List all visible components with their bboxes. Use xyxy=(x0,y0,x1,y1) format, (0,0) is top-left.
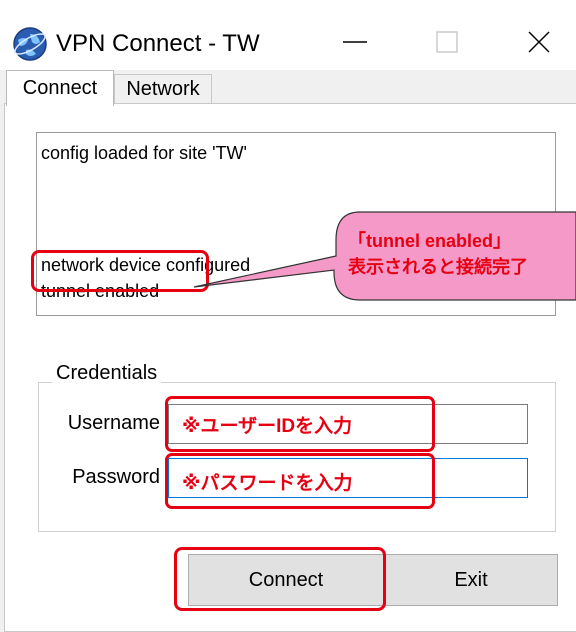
close-icon xyxy=(528,31,550,53)
credentials-legend: Credentials xyxy=(52,362,162,385)
title-bar: VPN Connect - TW xyxy=(0,0,576,70)
minimize-icon xyxy=(343,41,367,43)
window-title: VPN Connect - TW xyxy=(56,30,260,57)
password-label: Password xyxy=(72,466,160,488)
username-hint: ※ユーザーIDを入力 xyxy=(165,396,435,452)
callout-text: 「tunnel enabled」 表示されると接続完了 xyxy=(348,228,576,280)
callout-line-2: 表示されると接続完了 xyxy=(348,257,528,277)
tab-bar: Connect Network xyxy=(0,70,576,106)
username-label: Username xyxy=(67,412,160,434)
globe-icon xyxy=(12,26,48,62)
password-hint: ※パスワードを入力 xyxy=(165,453,435,509)
tab-connect[interactable]: Connect xyxy=(6,70,114,106)
close-button[interactable] xyxy=(504,18,574,66)
minimize-button[interactable] xyxy=(320,18,390,66)
callout-line-1: 「tunnel enabled」 xyxy=(348,231,512,251)
tab-network[interactable]: Network xyxy=(114,74,212,104)
log-line: config loaded for site 'TW' xyxy=(41,143,247,163)
maximize-icon xyxy=(436,31,458,53)
maximize-button[interactable] xyxy=(412,18,482,66)
connect-button-highlight xyxy=(174,547,386,611)
exit-button[interactable]: Exit xyxy=(384,554,558,606)
vpn-connect-window: VPN Connect - TW Connect Network config … xyxy=(0,0,576,632)
tunnel-enabled-highlight xyxy=(31,250,209,292)
